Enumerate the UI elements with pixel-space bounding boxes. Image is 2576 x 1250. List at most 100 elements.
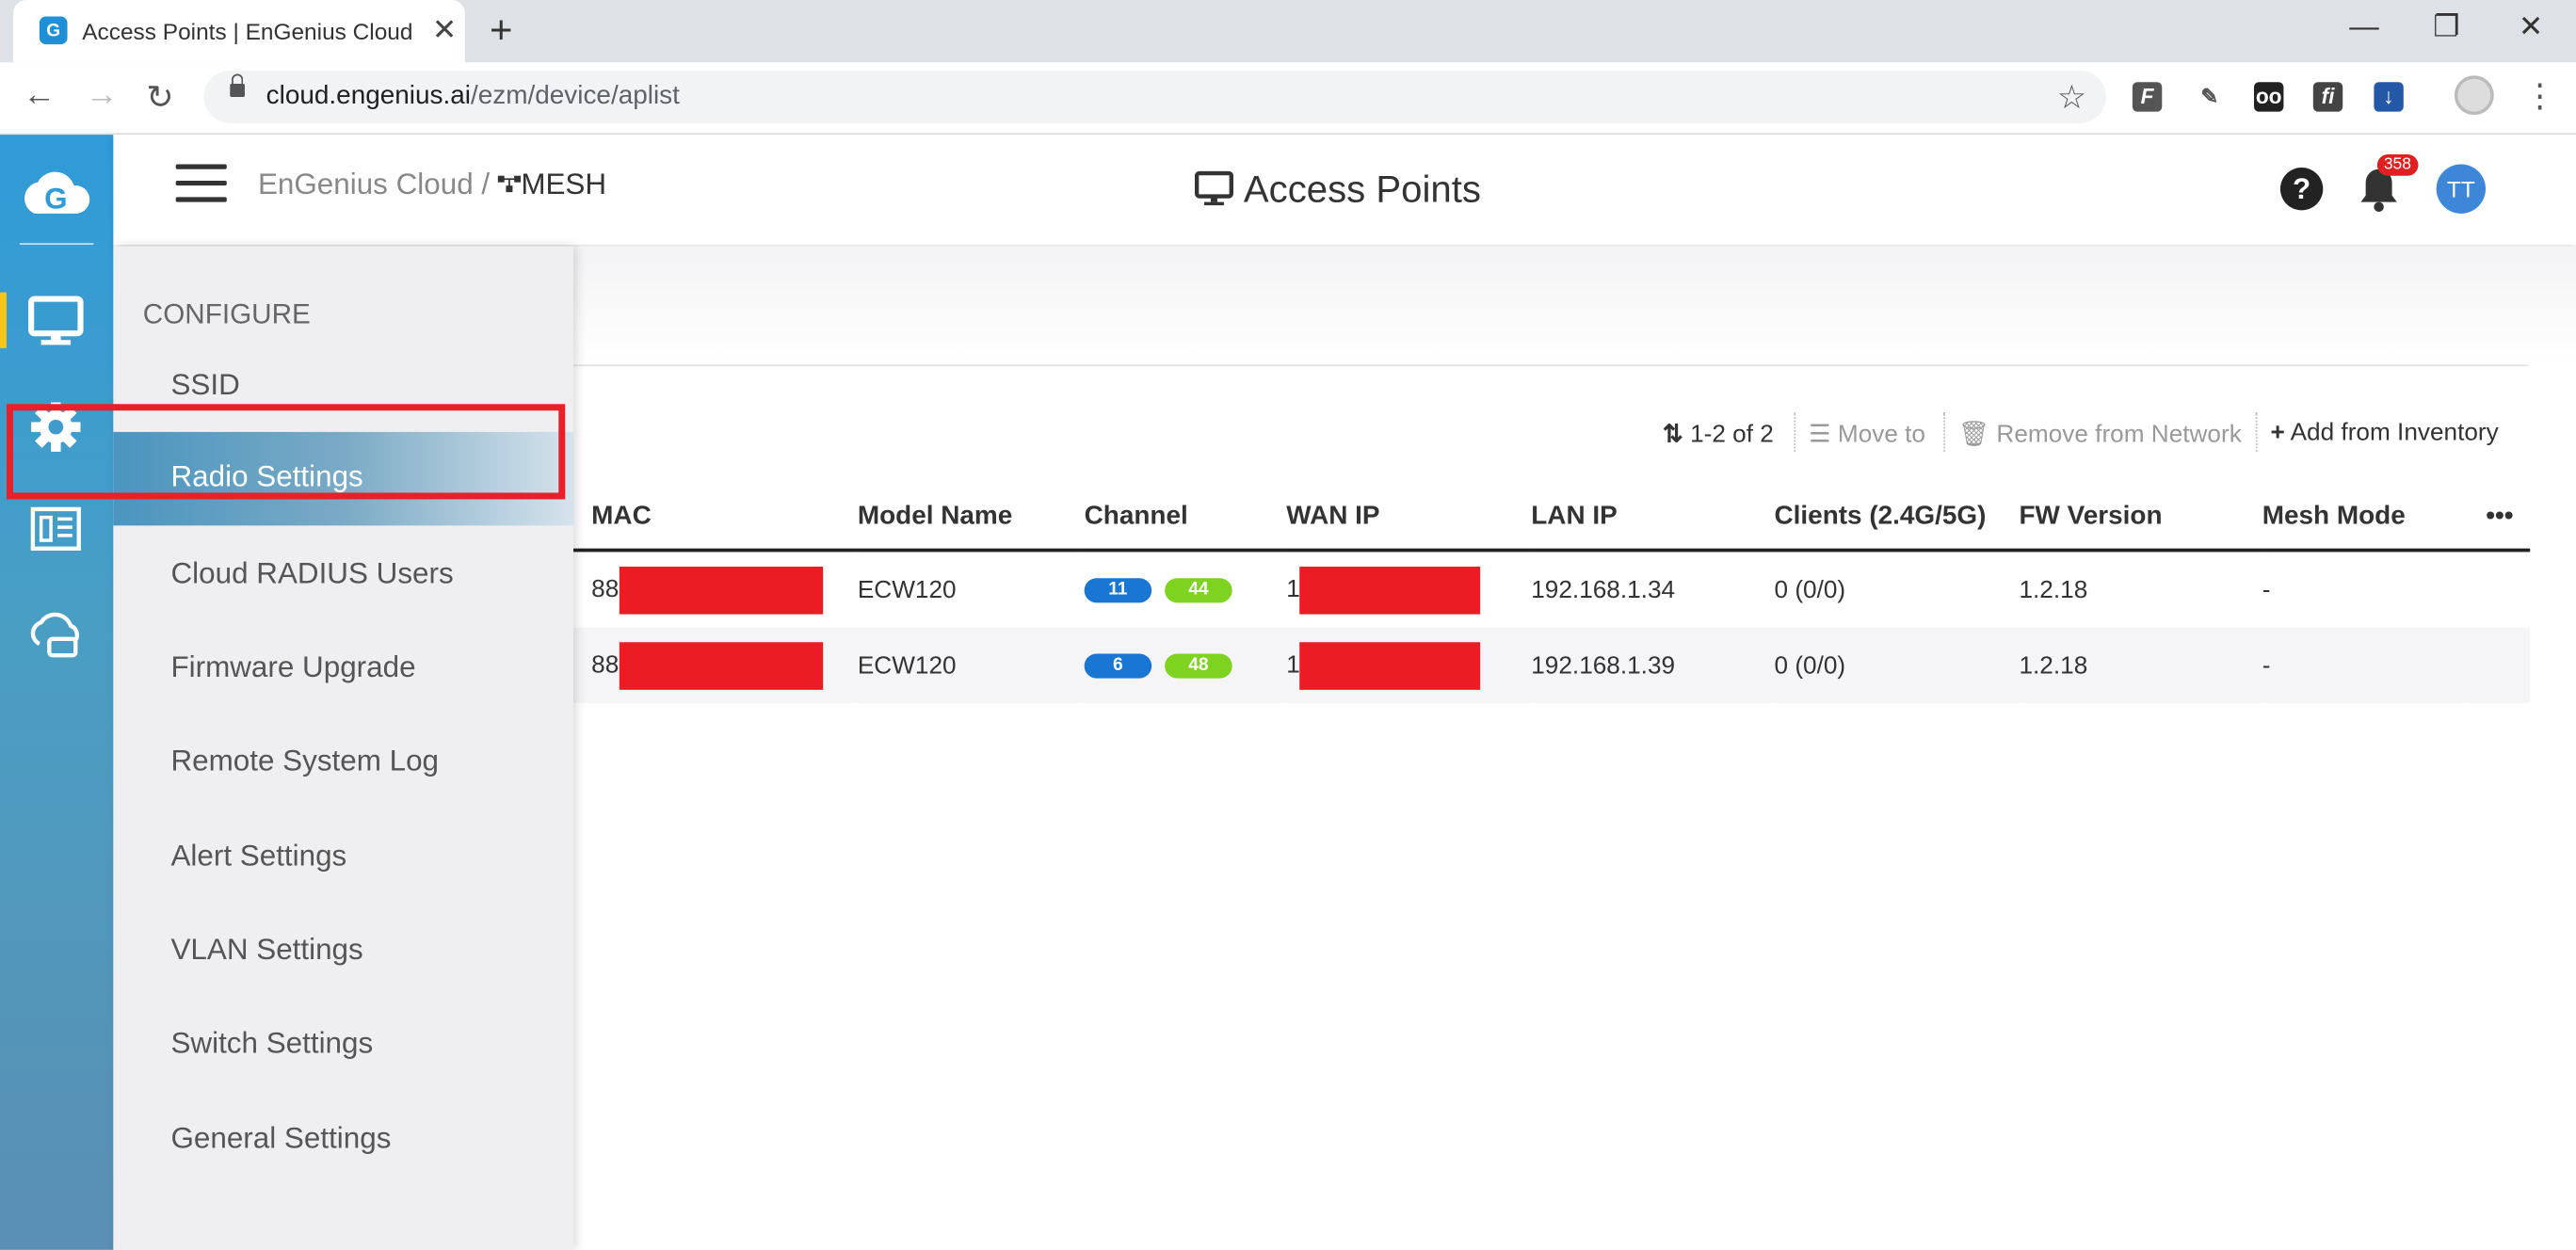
menu-item-firmware-upgrade[interactable]: Firmware Upgrade [170,650,415,685]
mac-cell: 88 [573,551,858,628]
tab-close-icon[interactable]: ✕ [432,13,457,48]
extension-f-icon[interactable]: F [2132,82,2163,112]
channel-5-pill: 48 [1165,653,1232,679]
column-header[interactable]: Channel [1084,486,1287,553]
table-row[interactable]: 88 ECW120 11 44 1 192.168.1.34 0 (0/0) 1.… [573,551,2530,628]
wan-ip-cell: 1 [1286,627,1532,703]
help-icon[interactable]: ? [2279,167,2324,211]
column-header[interactable]: LAN IP [1531,486,1775,553]
redaction-block [1299,566,1481,614]
lan-ip-cell: 192.168.1.34 [1531,575,1676,604]
access-points-table: MAC Model Name Channel WAN IP LAN IP Cli… [572,486,2531,703]
menu-item-remote-system-log[interactable]: Remote System Log [170,744,439,778]
model-cell: ECW120 [857,627,1085,703]
redaction-block [1299,641,1481,689]
monitor-icon[interactable] [26,293,86,352]
menu-item-ssid[interactable]: SSID [170,368,239,403]
table-header-row: MAC Model Name Channel WAN IP LAN IP Cli… [572,486,2531,553]
channel-cell: 6 48 [1084,627,1287,703]
pagination[interactable]: ⇅ 1-2 of 2 [1663,419,1774,449]
extension-download-icon[interactable]: ↓ [2374,82,2404,112]
plus-icon: + [2270,418,2285,447]
sort-icon[interactable]: ⇅ [1663,421,1683,449]
browser-menu-icon[interactable]: ⋮ [2523,75,2556,117]
redaction-block [619,641,823,689]
move-icon: ☰ [1809,420,1831,449]
extension-fi-icon[interactable]: fi [2312,82,2343,112]
action-separator [2255,411,2259,452]
browser-tab[interactable]: G Access Points | EnGenius Cloud - ✕ [12,0,465,63]
menu-item-switch-settings[interactable]: Switch Settings [170,1027,373,1062]
address-bar[interactable]: cloud.engenius.ai/ezm/device/aplist ☆ [203,71,2106,123]
new-tab-icon[interactable]: + [490,8,512,55]
menu-item-vlan-settings[interactable]: VLAN Settings [170,933,362,968]
row-spacer [2470,551,2531,628]
reload-icon[interactable]: ↻ [146,77,173,119]
forward-icon[interactable]: → [86,77,119,115]
url-text: cloud.engenius.ai/ezm/device/aplist [266,82,680,110]
left-rail: G [0,135,114,1250]
channel-5-pill: 44 [1165,578,1232,603]
mesh-mode-cell: - [2262,575,2271,604]
rail-divider [19,243,94,245]
clients-cell: 0 (0/0) [1774,627,2020,703]
clients-cell: 0 (0/0) [1774,575,1846,604]
annotation-highlight-box [6,404,566,500]
configure-menu-title: CONFIGURE [142,298,311,330]
profile-icon[interactable] [2454,75,2494,116]
back-icon[interactable]: ← [23,77,56,115]
extension-glasses-icon[interactable]: oo [2254,82,2284,112]
table-row[interactable]: 88 ECW120 6 48 1 192.168.1.39 0 (0/0) 1.2… [572,627,2531,703]
lock-icon [230,73,245,97]
window-close-icon[interactable]: ✕ [2519,9,2543,44]
bookmark-star-icon[interactable]: ☆ [2057,77,2086,119]
menu-item-cloud-radius-users[interactable]: Cloud RADIUS Users [170,557,453,592]
mac-cell: 88 [572,627,858,703]
engenius-favicon-icon: G [39,16,68,45]
browser-tabstrip: G Access Points | EnGenius Cloud - ✕ + —… [0,0,2576,63]
menu-item-alert-settings[interactable]: Alert Settings [170,840,346,874]
rail-active-marker [0,292,7,348]
column-header[interactable]: Mesh Mode [2262,486,2470,553]
engenius-logo-icon[interactable]: G [18,158,93,233]
breadcrumb-root[interactable]: EnGenius Cloud / [258,168,490,200]
channel-cell: 11 44 [1084,551,1287,628]
model-cell: ECW120 [857,575,957,604]
row-spacer [2469,627,2531,703]
page-title: Access Points [1194,168,1481,212]
hamburger-menu-icon[interactable] [175,164,227,203]
mesh-network-icon [497,175,522,193]
menu-item-general-settings[interactable]: General Settings [170,1122,391,1157]
cloud-device-icon[interactable] [26,604,86,664]
extension-eyedropper-icon[interactable]: ✎ [2195,82,2224,111]
notification-badge: 358 [2376,154,2418,176]
restore-icon[interactable]: ❐ [2433,9,2459,44]
configure-menu: CONFIGURE SSID Radio Settings Cloud RADI… [113,246,573,1250]
column-header[interactable]: WAN IP [1286,486,1532,553]
lan-ip-cell: 192.168.1.39 [1531,627,1775,703]
add-from-inventory-button[interactable]: + Add from Inventory [2270,419,2498,447]
channel-24-pill: 6 [1084,653,1152,679]
move-to-button[interactable]: ☰ Move to [1809,419,1925,449]
column-options-icon[interactable]: ••• [2469,486,2531,553]
column-header[interactable]: Clients (2.4G/5G) [1774,486,2020,553]
redaction-block [619,566,823,614]
channel-24-pill: 11 [1084,578,1152,603]
content-subbar [572,246,2576,365]
app-header: EnGenius Cloud / MESH Access Points ? 35… [113,135,2576,245]
column-header[interactable]: MAC [572,486,858,553]
minimize-icon[interactable]: — [2349,9,2378,44]
column-header[interactable]: Model Name [857,486,1085,553]
monitor-icon [1194,170,1233,206]
wan-ip-cell: 1 [1286,551,1531,628]
breadcrumb-network[interactable]: MESH [497,168,606,200]
content-divider [572,364,2529,367]
action-separator [1794,411,1796,452]
breadcrumb[interactable]: EnGenius Cloud / MESH [258,168,606,202]
report-icon[interactable] [26,499,86,558]
remove-from-network-button[interactable]: 🗑 Remove from Network [1958,419,2242,449]
fw-cell: 1.2.18 [2019,575,2088,604]
user-avatar[interactable]: TT [2436,164,2487,214]
tab-title: Access Points | EnGenius Cloud - [82,18,419,45]
column-header[interactable]: FW Version [2019,486,2262,553]
